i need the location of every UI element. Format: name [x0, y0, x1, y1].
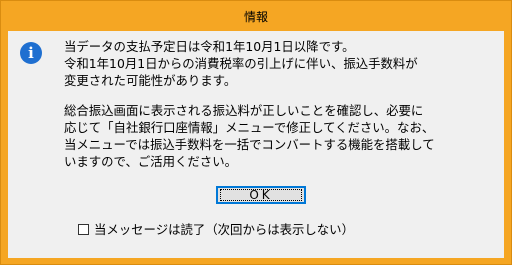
- info-icon: i: [20, 42, 42, 64]
- dont-show-again-checkbox[interactable]: [78, 223, 89, 235]
- title-bar[interactable]: 情報: [1, 1, 511, 31]
- message-paragraph-2: 総合振込画面に表示される振込料が正しいことを確認し、必要に 応じて「自社銀行口座…: [64, 103, 435, 169]
- message-text: 当データの支払予定日は令和1年10月1日以降です。 令和1年10月1日からの消費…: [64, 38, 494, 183]
- dont-show-again-option[interactable]: 当メッセージは読了（次回からは表示しない）: [78, 221, 354, 237]
- dialog-body: i 当データの支払予定日は令和1年10月1日以降です。 令和1年10月1日からの…: [8, 31, 504, 258]
- info-dialog: 情報 i 当データの支払予定日は令和1年10月1日以降です。 令和1年10月1日…: [0, 0, 512, 265]
- dont-show-again-label: 当メッセージは読了（次回からは表示しない）: [94, 222, 354, 237]
- ok-button[interactable]: OK: [216, 186, 306, 204]
- window-title: 情報: [243, 9, 268, 24]
- message-paragraph-1: 当データの支払予定日は令和1年10月1日以降です。 令和1年10月1日からの消費…: [64, 39, 418, 88]
- focus-rectangle: [220, 189, 302, 201]
